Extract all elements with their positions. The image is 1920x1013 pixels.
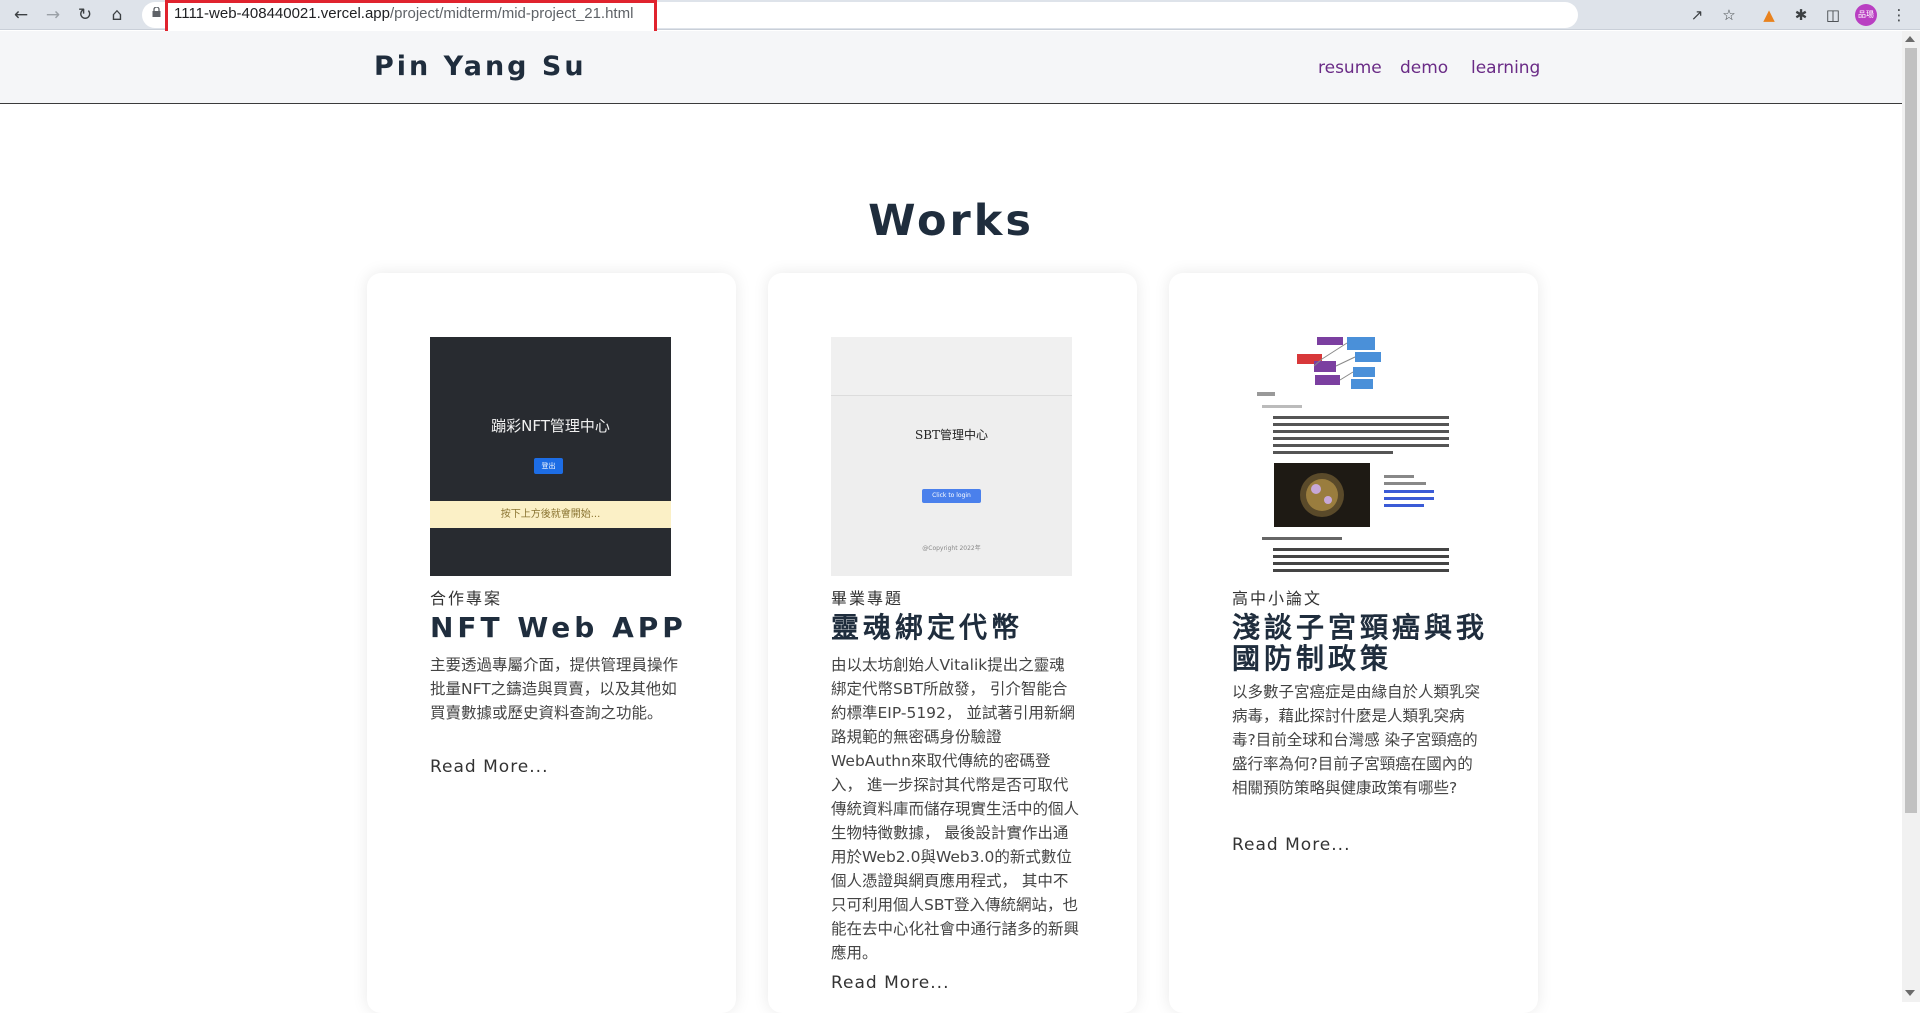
paper-preview-image	[1257, 337, 1449, 572]
nav-link-demo[interactable]: demo	[1400, 58, 1448, 78]
extensions-puzzle-icon[interactable]: ✱	[1790, 4, 1812, 26]
site-brand[interactable]: Pin Yang Su	[374, 51, 587, 82]
share-icon[interactable]: ↗	[1686, 4, 1708, 26]
read-more-link[interactable]: Read More...	[1232, 835, 1350, 855]
work-card-paper: 高中小論文 淺談子宮頸癌與我國防制政策 以多數子宮癌症是由緣自於人類乳突病毒，藉…	[1169, 273, 1538, 1013]
work-category: 合作專案	[430, 589, 503, 608]
lock-icon[interactable]	[152, 7, 161, 17]
work-thumbnail-paper[interactable]	[1232, 337, 1473, 576]
work-card-nft: 蹦彩NFT管理中心 登出 按下上方後就會開始... 合作專案 NFT Web A…	[367, 273, 736, 1013]
scroll-thumb[interactable]	[1905, 48, 1917, 813]
site-header: Pin Yang Su resume demo learning	[0, 31, 1902, 104]
read-more-link[interactable]: Read More...	[430, 757, 548, 777]
works-heading: Works	[868, 196, 1034, 246]
work-title: 淺談子宮頸癌與我國防制政策	[1232, 611, 1489, 675]
thumb-copyright: @Copyright 2022年	[922, 545, 981, 552]
thumb-topbar	[831, 337, 1072, 396]
browser-toolbar: ← → ↻ ⌂ 1111-web-408440021.vercel.app/pr…	[0, 0, 1920, 35]
forward-icon[interactable]: →	[41, 3, 65, 27]
nav-link-resume[interactable]: resume	[1318, 58, 1382, 78]
thumb-login-button: Click to login	[922, 489, 981, 503]
work-title: 靈魂綁定代幣	[831, 611, 1024, 644]
work-category: 高中小論文	[1232, 589, 1323, 608]
back-icon[interactable]: ←	[9, 3, 33, 27]
side-panel-icon[interactable]: ◫	[1822, 4, 1844, 26]
work-thumbnail-sbt[interactable]: SBT管理中心 Click to login @Copyright 2022年	[831, 337, 1072, 576]
work-thumbnail-nft[interactable]: 蹦彩NFT管理中心 登出 按下上方後就會開始...	[430, 337, 671, 576]
read-more-link[interactable]: Read More...	[831, 973, 949, 993]
work-title: NFT Web APP	[430, 611, 687, 644]
thumb-app-title: 蹦彩NFT管理中心	[491, 417, 610, 435]
nav-link-learning[interactable]: learning	[1471, 58, 1540, 78]
reload-icon[interactable]: ↻	[73, 3, 97, 27]
scroll-up-arrow-icon[interactable]	[1905, 36, 1915, 42]
work-description: 主要透過專屬介面，提供管理員操作批量NFT之鑄造與買賣，以及其他如買賣數據或歷史…	[430, 656, 679, 722]
thumb-notice: 按下上方後就會開始...	[430, 501, 671, 528]
scroll-down-arrow-icon[interactable]	[1905, 990, 1915, 996]
thumb-app-title: SBT管理中心	[914, 428, 989, 442]
metamask-fox-icon[interactable]: ▲	[1758, 4, 1780, 26]
url-domain: 1111-web-408440021.vercel.app	[174, 5, 390, 22]
work-description: 由以太坊創始人Vitalik提出之靈魂綁定代幣SBT所啟發， 引介智能合約標準E…	[831, 656, 1080, 962]
thumb-logout-button: 登出	[534, 458, 563, 474]
home-icon[interactable]: ⌂	[105, 3, 129, 27]
bookmark-star-icon[interactable]: ☆	[1718, 4, 1740, 26]
work-category: 畢業專題	[831, 589, 904, 608]
profile-avatar[interactable]: 品瑒	[1855, 4, 1877, 26]
work-card-sbt: SBT管理中心 Click to login @Copyright 2022年 …	[768, 273, 1137, 1013]
url-text[interactable]: 1111-web-408440021.vercel.app/project/mi…	[174, 5, 633, 22]
menu-kebab-icon[interactable]: ⋮	[1888, 4, 1910, 26]
url-path: /project/midterm/mid-project_21.html	[390, 5, 634, 22]
work-description: 以多數子宮癌症是由緣自於人類乳突病毒，藉此探討什麼是人類乳突病毒?目前全球和台灣…	[1232, 683, 1481, 797]
